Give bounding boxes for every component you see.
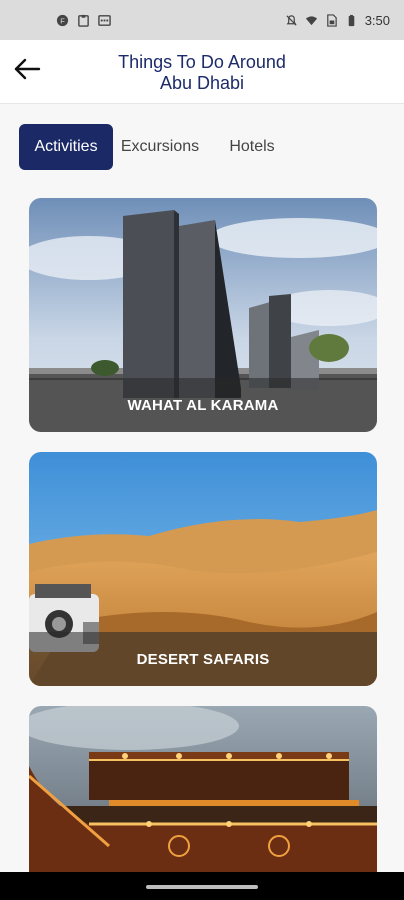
tab-hotels[interactable]: Hotels	[207, 124, 297, 170]
arrow-left-icon	[14, 58, 41, 80]
back-button[interactable]	[10, 54, 44, 84]
status-right-icons: 3:50	[285, 13, 390, 28]
card-label: DESERT SAFARIS	[29, 632, 377, 686]
sim-icon	[326, 13, 337, 27]
status-left-icons: F	[56, 14, 111, 27]
page-title-line1: Things To Do Around	[118, 52, 286, 72]
status-time: 3:50	[364, 12, 390, 28]
page-title-line2: Abu Dhabi	[159, 73, 245, 93]
app-header: Things To Do Around Abu Dhabi	[0, 40, 404, 104]
status-bar: F 3:50	[0, 0, 404, 40]
dhow-cruise-image	[29, 706, 377, 872]
calendar-icon	[98, 14, 111, 26]
svg-text:F: F	[60, 16, 65, 25]
home-gesture-handle[interactable]	[146, 885, 258, 889]
activity-card-desert-safaris[interactable]: DESERT SAFARIS	[29, 452, 377, 686]
clipboard-icon	[78, 14, 89, 27]
activity-card-wahat-al-karama[interactable]: WAHAT AL KARAMA	[29, 198, 377, 432]
card-label: WAHAT AL KARAMA	[29, 378, 377, 432]
app-f-icon: F	[56, 14, 69, 26]
battery-icon	[348, 14, 354, 26]
system-nav-bar	[0, 872, 404, 900]
page-title: Things To Do Around Abu Dhabi	[60, 52, 344, 94]
tab-activities[interactable]: Activities	[19, 124, 113, 170]
notifications-off-icon	[286, 14, 297, 26]
activity-card-dhow-cruise[interactable]	[29, 706, 377, 872]
wifi-icon	[305, 15, 317, 25]
category-tabs: Activities Excursions Hotels	[19, 124, 297, 170]
tab-excursions[interactable]: Excursions	[113, 124, 207, 170]
